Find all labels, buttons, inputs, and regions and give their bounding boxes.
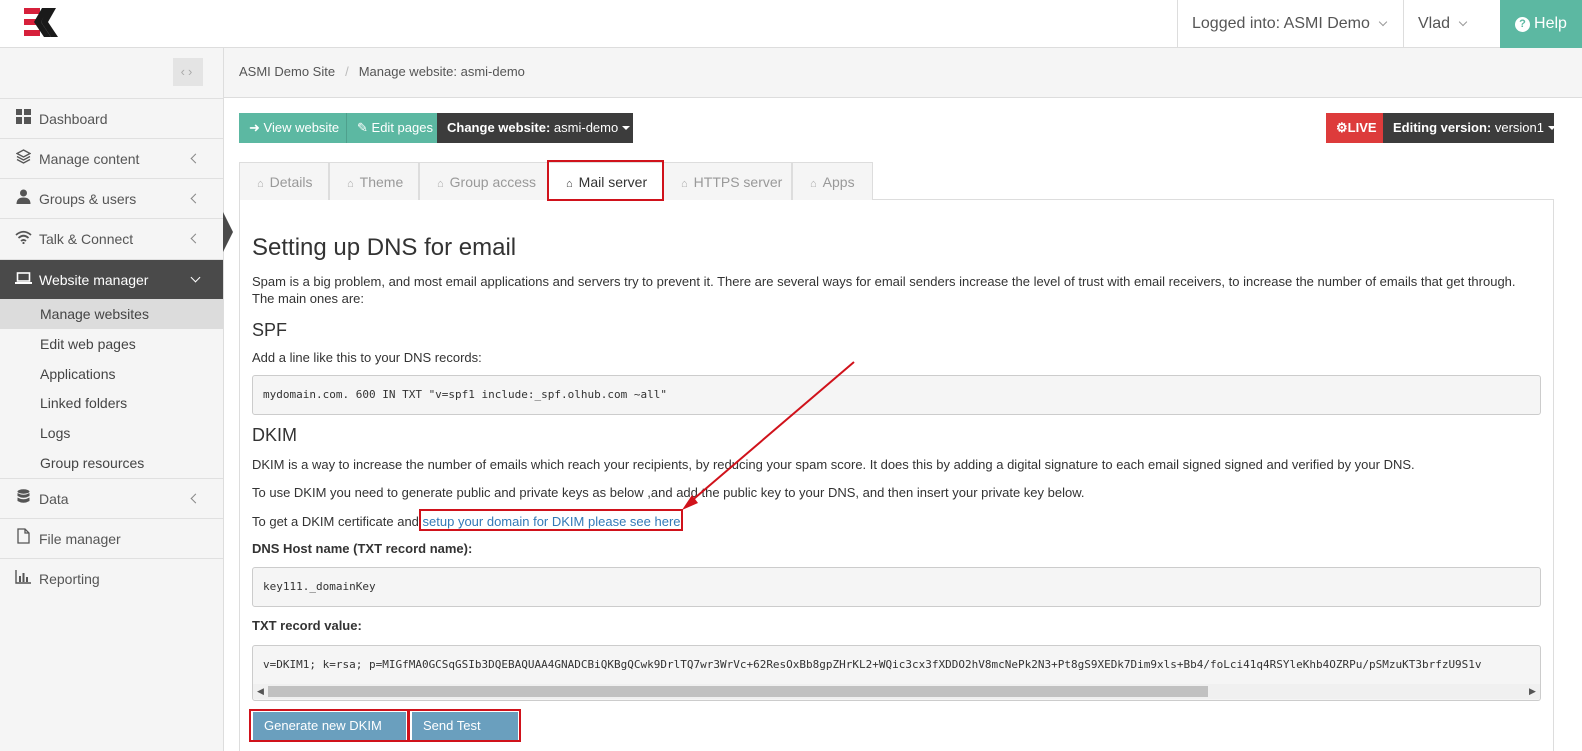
annotation-arrow — [682, 361, 855, 510]
